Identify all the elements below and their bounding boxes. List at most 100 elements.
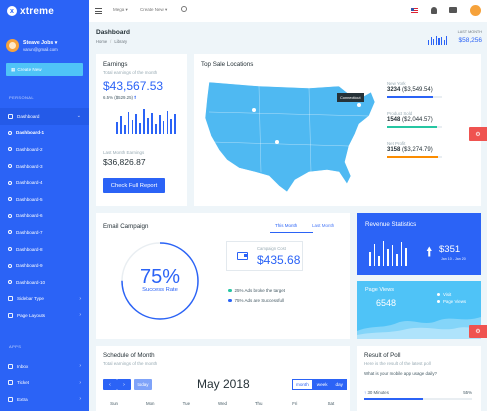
check-full-report-button[interactable]: Check Full Report <box>103 178 165 193</box>
chevron-left-icon: ‹ <box>109 381 111 388</box>
today-button[interactable]: today <box>134 379 152 390</box>
poll-card: Result of Poll Here is the result of the… <box>357 346 481 411</box>
mega-menu[interactable]: Mega ▾ <box>113 7 128 13</box>
section-label-apps: APPS <box>9 344 22 349</box>
settings-tab[interactable]: ⚙ <box>469 127 487 141</box>
earnings-title: Earnings <box>103 61 128 68</box>
sidebar-item-dashboard-5[interactable]: Dashboard-5 <box>0 191 89 208</box>
chevron-right-icon: › <box>79 295 81 302</box>
tab-this-month[interactable]: This Month <box>275 223 297 228</box>
stat-net-profit: Net Profit 3158 ($3,274.79) <box>387 141 479 159</box>
dashboard-dot-icon <box>8 164 12 169</box>
view-week-button[interactable]: week <box>312 379 332 390</box>
schedule-title: Schedule of Month <box>103 352 155 359</box>
earnings-bar-chart <box>116 108 180 134</box>
create-new-menu[interactable]: Create New ▾ <box>140 7 167 13</box>
last-month-earnings-value: $36,826.87 <box>103 157 146 167</box>
stat-new-york: New York 3234 ($3,549.54) <box>387 81 479 99</box>
chevron-right-icon: › <box>79 312 81 319</box>
sidebar-item-dashboard-3[interactable]: Dashboard-3 <box>0 158 89 175</box>
view-month-button[interactable]: month <box>292 379 313 390</box>
next-month-button[interactable]: › <box>117 379 131 390</box>
sidebar-item-extra[interactable]: Extra › <box>0 391 89 408</box>
view-day-button[interactable]: day <box>331 379 347 390</box>
tab-last-month[interactable]: Last Month <box>312 223 334 228</box>
poll-percent: 55% <box>463 390 472 395</box>
success-rate-label: Success Rate <box>142 287 178 293</box>
avatar <box>6 39 19 52</box>
sidebar-item-dashboard-1[interactable]: Dashboard-1 <box>0 125 89 142</box>
settings-tab-bottom[interactable]: ⚙ <box>469 325 487 338</box>
us-flag-icon[interactable] <box>411 8 418 13</box>
last-month-sparkline <box>428 36 448 45</box>
dashboard-dot-icon <box>8 230 12 235</box>
dashboard-dot-icon <box>8 130 12 135</box>
dashboard-dot-icon <box>8 197 12 202</box>
stat-product-sold: Product Sold 1548 ($2,044.57) <box>387 111 479 129</box>
sidebar-item-dashboard[interactable]: Dashboard ⌄ <box>0 108 89 125</box>
sidebar-item-inbox[interactable]: Inbox › <box>0 358 89 375</box>
bell-icon[interactable] <box>431 7 437 14</box>
wallet-icon <box>237 252 248 260</box>
legend-item-target: 25% Ads broke the target <box>228 288 285 293</box>
arrow-up-icon: 🠙 <box>426 244 433 259</box>
dashboard-dot-icon <box>8 263 12 268</box>
page-views-area-chart <box>357 317 481 339</box>
profile-name[interactable]: Steave Jobs ▾ <box>23 40 58 46</box>
poll-option: ↑ 30 Minutes <box>364 390 389 395</box>
topbar: Mega ▾ Create New ▾ <box>89 0 487 22</box>
tab-underline <box>270 232 313 233</box>
section-label-personal: PERSONAL <box>9 95 34 100</box>
breadcrumb-home[interactable]: Home <box>96 39 107 44</box>
chevron-down-icon: ⌄ <box>76 113 81 120</box>
create-new-button[interactable]: ▦ Create New <box>6 63 83 76</box>
breadcrumb-library: Library <box>114 39 128 44</box>
sidebar-item-dashboard-7[interactable]: Dashboard-7 <box>0 224 89 241</box>
gear-icon: ⚙ <box>475 329 481 335</box>
stat-progress-bar <box>387 96 442 99</box>
sidebar-nav: Dashboard ⌄ Dashboard-1 Dashboard-2 Dash… <box>0 108 89 324</box>
dashboard-dot-icon <box>8 247 12 252</box>
arrow-up-icon: ↑ <box>364 390 367 395</box>
chevron-right-icon: › <box>79 363 81 370</box>
email-campaign-card: Email Campaign This Month Last Month 75%… <box>96 213 350 339</box>
plus-icon: ▦ <box>11 66 16 72</box>
dashboard-dot-icon <box>8 213 12 218</box>
page-title: Dashboard <box>96 29 130 36</box>
sidebar-item-page-layouts[interactable]: Page Layouts › <box>0 307 89 324</box>
prev-month-button[interactable]: ‹ <box>103 379 117 390</box>
top-sale-locations-card: Top Sale Locations Connecticut New York … <box>194 54 481 206</box>
dashboard-icon <box>8 113 13 119</box>
earnings-change: 6.5% ($529.25)🠙 <box>103 95 137 100</box>
poll-title: Result of Poll <box>364 352 401 359</box>
search-icon[interactable] <box>181 6 187 12</box>
sidebar-item-ticket[interactable]: Ticket › <box>0 375 89 392</box>
dashboard-dot-icon <box>8 180 12 185</box>
sidebar-item-dashboard-4[interactable]: Dashboard-4 <box>0 174 89 191</box>
last-month-earnings-label: Last Month Earnings <box>103 150 145 155</box>
sidebar-item-dashboard-9[interactable]: Dashboard-9 <box>0 257 89 274</box>
sidebar-item-sidebar-type[interactable]: Sidebar Type › <box>0 291 89 308</box>
sidebar-item-dashboard-8[interactable]: Dashboard-8 <box>0 241 89 258</box>
last-month-label: LAST MONTH <box>457 30 482 34</box>
avatar[interactable] <box>470 5 481 16</box>
view-switcher: month week day <box>292 379 347 390</box>
user-profile[interactable]: Steave Jobs ▾ varun@gmail.com <box>0 22 89 60</box>
campaign-cost-label: Campaign Cost <box>257 246 286 251</box>
sidebar-item-dashboard-2[interactable]: Dashboard-2 <box>0 141 89 158</box>
brand[interactable]: x xtreme <box>0 0 89 22</box>
sidebar-item-dashboard-10[interactable]: Dashboard-10 <box>0 274 89 291</box>
email-campaign-title: Email Campaign <box>103 223 149 230</box>
sidebar: x xtreme Steave Jobs ▾ varun@gmail.com ▦… <box>0 0 89 411</box>
dashboard-dot-icon <box>8 280 12 285</box>
layout-icon <box>8 296 13 302</box>
usa-map[interactable] <box>199 72 379 202</box>
ticket-icon <box>8 380 13 386</box>
sidebar-item-dashboard-6[interactable]: Dashboard-6 <box>0 208 89 225</box>
menu-icon[interactable] <box>95 8 102 14</box>
chat-icon[interactable] <box>449 7 457 13</box>
stat-progress-bar <box>387 156 442 159</box>
arrow-up-icon: 🠙 <box>134 95 137 100</box>
success-rate-value: 75% <box>139 266 181 288</box>
revenue-statistics-card: Revenue Statistics 🠙 $351 Jan 10 - Jan 2… <box>357 213 481 275</box>
